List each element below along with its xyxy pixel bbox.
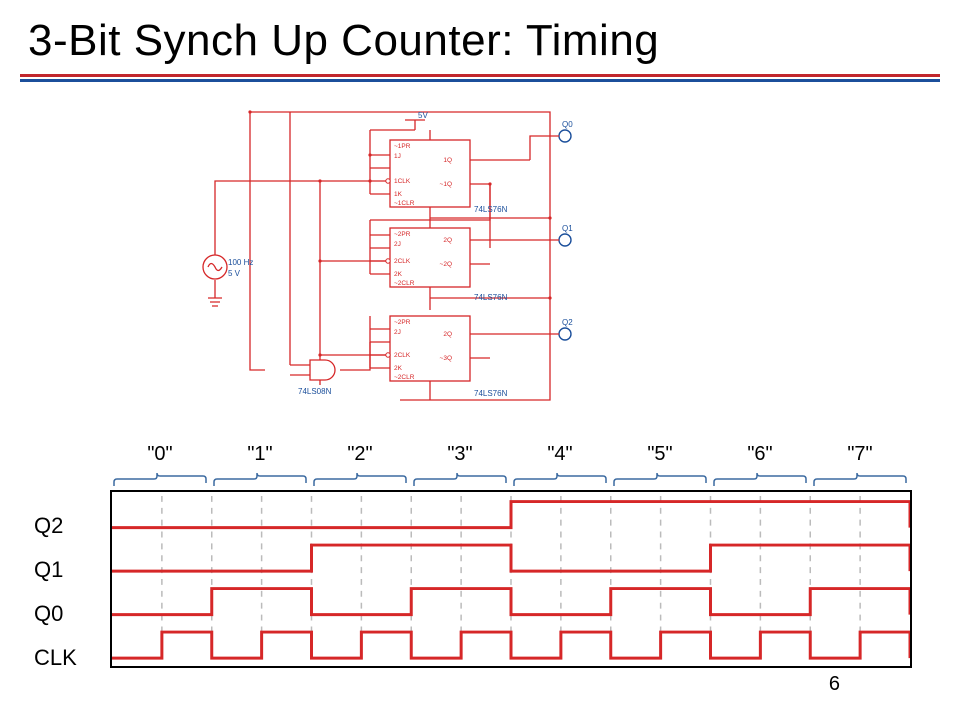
source-volt-label: 5 V	[228, 269, 241, 278]
source-freq-label: 100 Hz	[228, 258, 253, 267]
count-label: "5"	[647, 443, 672, 466]
svg-text:1K: 1K	[394, 191, 403, 198]
svg-text:~2CLR: ~2CLR	[394, 374, 415, 381]
count-labels-row: "0" "1" "2" "3" "4" "5" "6" "7"	[110, 443, 910, 465]
svg-text:~2PR: ~2PR	[394, 231, 411, 238]
signal-label: Q0	[34, 603, 63, 625]
svg-text:2K: 2K	[394, 271, 403, 278]
out-q2-label: Q2	[562, 318, 573, 327]
page-title: 3-Bit Synch Up Counter: Timing	[0, 0, 960, 72]
svg-text:~2PR: ~2PR	[394, 319, 411, 326]
svg-text:2K: 2K	[394, 365, 403, 372]
chip-label-3: 74LS76N	[474, 389, 508, 398]
chip-label-1: 74LS76N	[474, 205, 508, 214]
count-label: "2"	[347, 443, 372, 466]
schematic-diagram: ~1PR 1J 1CLK 1K ~1CLR 1Q ~1Q ~2PR 2J 2CL…	[170, 100, 630, 430]
svg-text:~1Q: ~1Q	[440, 181, 452, 188]
svg-text:~3Q: ~3Q	[440, 355, 452, 362]
count-label: "1"	[247, 443, 272, 466]
count-brackets	[110, 468, 910, 492]
count-label: "4"	[547, 443, 572, 466]
out-q0-label: Q0	[562, 120, 573, 129]
svg-text:~1CLR: ~1CLR	[394, 200, 415, 207]
svg-text:2Q: 2Q	[443, 331, 452, 338]
chip-label-2: 74LS76N	[474, 293, 508, 302]
svg-text:2CLK: 2CLK	[394, 258, 411, 265]
slide-number: 6	[829, 673, 840, 696]
signal-label: Q1	[34, 559, 63, 581]
svg-text:~2CLR: ~2CLR	[394, 280, 415, 287]
svg-text:2CLK: 2CLK	[394, 352, 411, 359]
and-gate-label: 74LS08N	[298, 387, 332, 396]
svg-text:2Q: 2Q	[443, 237, 452, 244]
svg-text:2J: 2J	[394, 329, 401, 336]
count-label: "3"	[447, 443, 472, 466]
svg-text:~1PR: ~1PR	[394, 143, 411, 150]
svg-text:1CLK: 1CLK	[394, 178, 411, 185]
count-label: "7"	[847, 443, 872, 466]
svg-text:1Q: 1Q	[443, 157, 452, 164]
count-label: "6"	[747, 443, 772, 466]
signal-label: CLK	[34, 647, 77, 669]
timing-diagram	[110, 490, 912, 668]
signal-label: Q2	[34, 515, 63, 537]
supply-label: 5V	[418, 111, 428, 120]
count-label: "0"	[147, 443, 172, 466]
svg-text:~2Q: ~2Q	[440, 261, 452, 268]
out-q1-label: Q1	[562, 224, 573, 233]
svg-text:2J: 2J	[394, 241, 401, 248]
svg-text:1J: 1J	[394, 153, 401, 160]
title-underline	[20, 74, 940, 84]
